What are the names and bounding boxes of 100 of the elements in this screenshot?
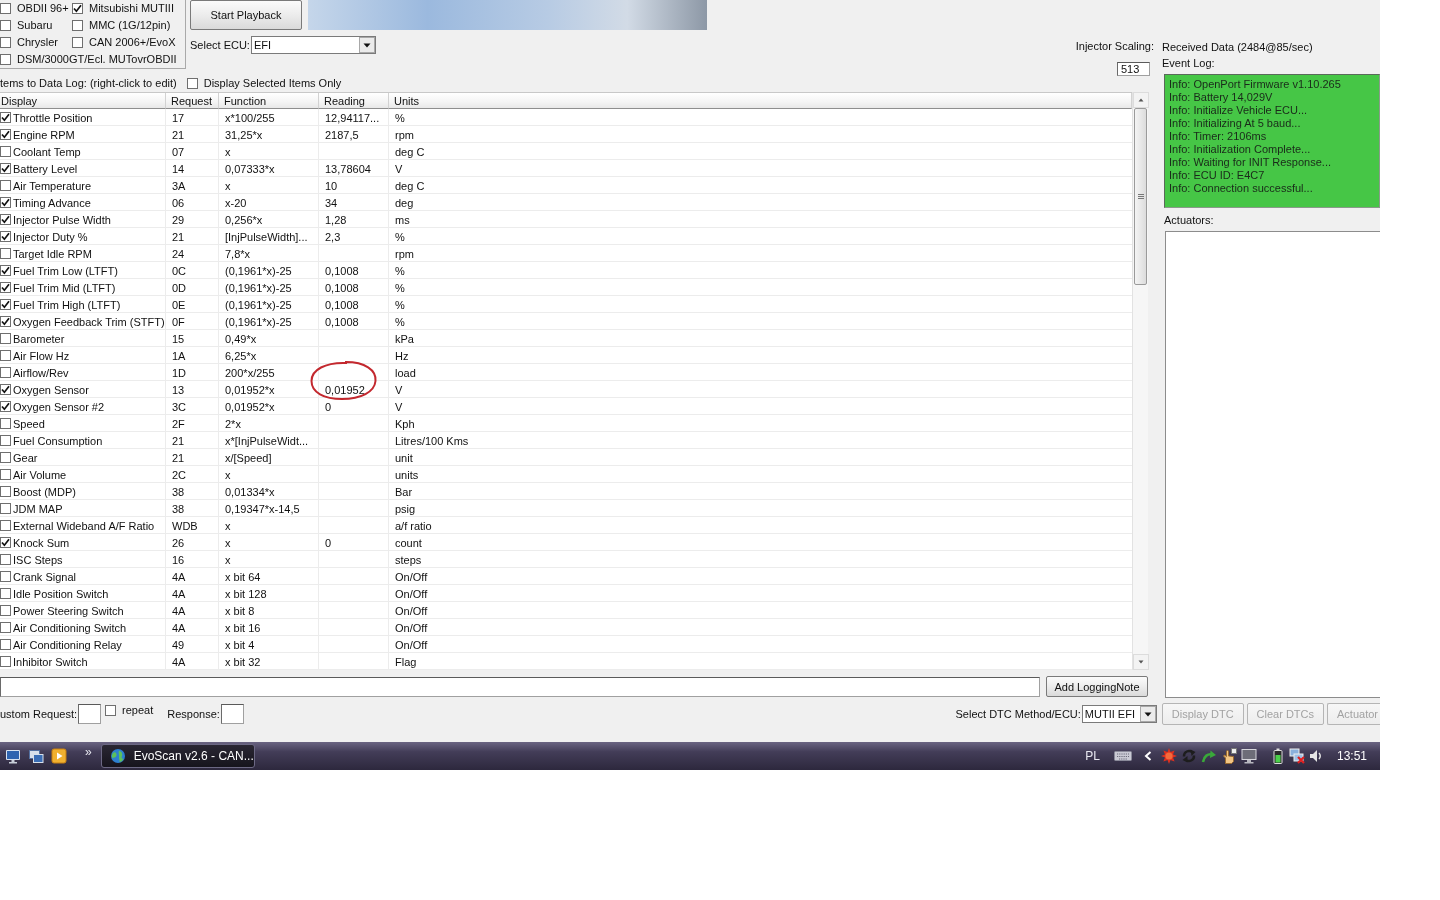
checkbox[interactable]	[0, 20, 11, 31]
checkbox[interactable]	[0, 605, 11, 616]
checkbox[interactable]	[72, 20, 83, 31]
table-cell-text: 6,25*x	[224, 348, 258, 364]
table-cell-text: 0C	[171, 263, 188, 279]
playback-button[interactable]: Start Playback	[190, 0, 302, 30]
table-cell-text: x*100/255	[224, 110, 276, 126]
checkbox[interactable]	[0, 418, 11, 429]
table-cell-text: 4A	[171, 620, 187, 636]
log-line: Info: Waiting for INIT Response...	[1169, 156, 1332, 169]
add-note-button[interactable]: Add LoggingNote	[1046, 676, 1148, 697]
table-cell-text: steps	[394, 552, 423, 568]
field-label: Response:	[167, 707, 220, 721]
table-cell-text: On/Off	[394, 603, 429, 619]
caret-icon[interactable]	[358, 37, 375, 53]
input-field[interactable]: 513	[1117, 62, 1150, 76]
checkbox[interactable]	[0, 350, 11, 361]
checkbox[interactable]	[0, 112, 11, 123]
column-header[interactable]: Function	[219, 93, 319, 109]
battery-icon[interactable]	[1272, 748, 1283, 764]
checkbox[interactable]	[0, 571, 11, 582]
table-cell-text: 1,28	[324, 212, 348, 228]
monitor-icon[interactable]	[5, 748, 21, 764]
checkbox[interactable]	[0, 520, 11, 531]
column-header[interactable]: Units	[389, 93, 1132, 109]
checkbox[interactable]	[0, 197, 11, 208]
checkbox[interactable]	[0, 265, 11, 276]
table-cell-text: V	[394, 161, 404, 177]
checkbox[interactable]	[0, 554, 11, 565]
screen-icon[interactable]	[1240, 748, 1257, 764]
table-cell-text: 3C	[171, 399, 188, 415]
checkbox[interactable]	[0, 588, 11, 599]
hand-icon[interactable]	[1220, 748, 1237, 764]
chevron-left-icon[interactable]	[1143, 751, 1152, 761]
table-cell-text: 07	[171, 144, 186, 160]
play-icon[interactable]	[51, 748, 67, 764]
table-cell-text: 0	[324, 535, 333, 551]
checkbox[interactable]	[0, 435, 11, 446]
input-field[interactable]	[78, 704, 102, 724]
checkbox[interactable]	[0, 401, 11, 412]
checkbox[interactable]	[0, 469, 11, 480]
column-header[interactable]: Request	[166, 93, 219, 109]
checkbox[interactable]	[0, 248, 11, 259]
checkbox[interactable]	[0, 231, 11, 242]
checkbox[interactable]	[0, 37, 11, 48]
checkbox[interactable]	[0, 367, 11, 378]
windows-stack-icon[interactable]	[28, 748, 44, 764]
checkbox[interactable]	[0, 163, 11, 174]
checkbox[interactable]	[0, 3, 11, 14]
parameter-name: Fuel Trim Mid (LTFT)	[13, 281, 116, 294]
checkbox[interactable]	[0, 180, 11, 191]
checkbox[interactable]	[0, 282, 11, 293]
more-button[interactable]: »	[85, 745, 92, 759]
scrollbar[interactable]	[1132, 92, 1148, 670]
checkbox[interactable]	[0, 146, 11, 157]
checkbox[interactable]	[186, 77, 198, 89]
speaker-icon[interactable]	[1308, 748, 1323, 764]
checkbox[interactable]	[72, 3, 83, 14]
parameter-name: Air Flow Hz	[13, 349, 70, 362]
parameter-name: Gear	[13, 451, 38, 464]
input-field[interactable]	[220, 704, 244, 724]
checkbox[interactable]	[0, 333, 11, 344]
checkbox[interactable]	[0, 214, 11, 225]
checkbox[interactable]	[105, 705, 117, 716]
language-indicator[interactable]: PL	[1085, 749, 1100, 763]
checkbox[interactable]	[0, 537, 11, 548]
checkbox[interactable]	[0, 486, 11, 497]
checkbox[interactable]	[0, 503, 11, 514]
caret-icon[interactable]	[1139, 706, 1156, 722]
parameter-name: External Wideband A/F Ratio	[13, 519, 155, 532]
scrollbar-thumb[interactable]	[1134, 108, 1147, 285]
curved-arrow-icon[interactable]	[1200, 748, 1217, 764]
network-icon[interactable]	[1288, 748, 1305, 764]
checkbox[interactable]	[72, 37, 83, 48]
checkbox[interactable]	[0, 639, 11, 650]
table-cell-text: 15	[171, 331, 186, 347]
input-field[interactable]	[0, 676, 1040, 697]
checkbox[interactable]	[0, 316, 11, 327]
checkbox[interactable]	[0, 622, 11, 633]
column-header[interactable]: Display	[0, 93, 166, 109]
table-cell-text: 4A	[171, 654, 187, 670]
table-cell-text: 4A	[171, 603, 187, 619]
table-cell-text: 0,01952*x	[224, 382, 276, 398]
taskbar-window-button[interactable]: EvoScan v2.6 - CAN...	[100, 744, 255, 768]
dtc-dropdown[interactable]: MUTII EFI	[1081, 705, 1157, 723]
protocol-label: Chrysler	[17, 36, 58, 49]
ecu-dropdown[interactable]: EFI	[250, 36, 376, 54]
table-cell-text: ms	[394, 212, 411, 228]
table-cell-text: 31,25*x	[224, 127, 264, 143]
keyboard-icon[interactable]	[1113, 750, 1132, 762]
checkbox[interactable]	[0, 299, 11, 310]
sun-icon[interactable]	[1160, 748, 1177, 764]
column-header[interactable]: Reading	[319, 93, 389, 109]
section-label: Actuators:	[1164, 214, 1215, 227]
checkbox[interactable]	[0, 452, 11, 463]
checkbox[interactable]	[0, 54, 11, 65]
checkbox[interactable]	[0, 656, 11, 667]
table-cell-text: 1A	[171, 348, 187, 364]
checkbox[interactable]	[0, 384, 11, 395]
checkbox[interactable]	[0, 129, 11, 140]
